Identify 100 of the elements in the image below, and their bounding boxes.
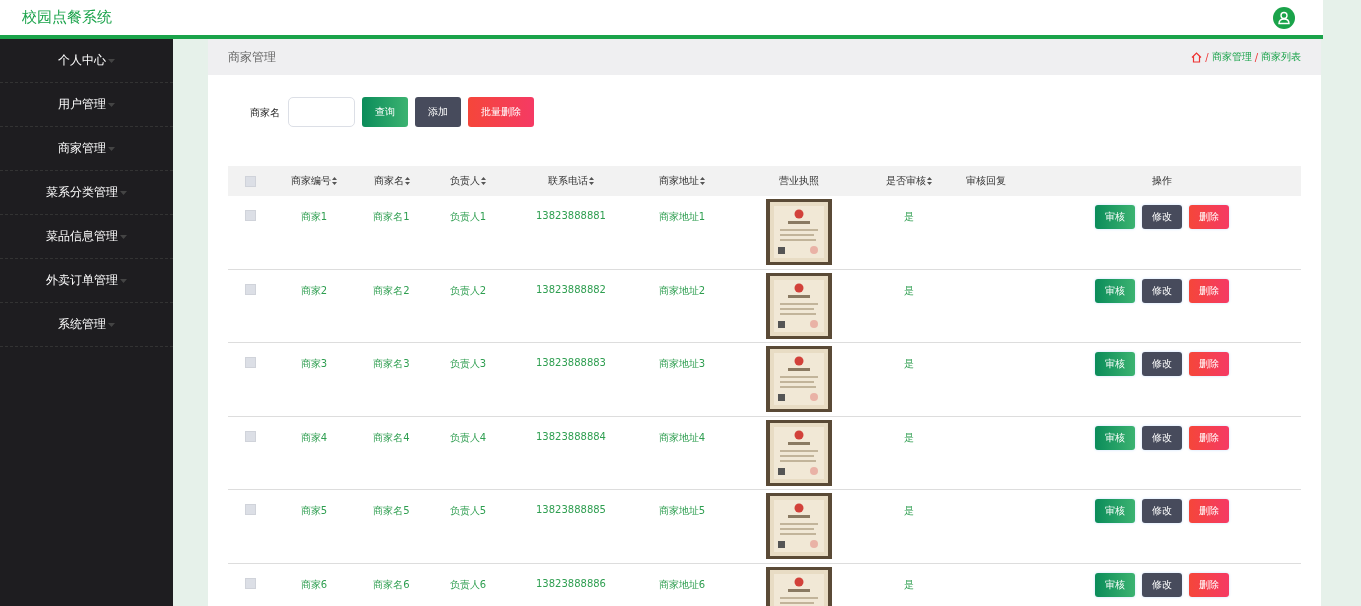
add-button[interactable]: 添加: [415, 97, 461, 127]
app-title: 校园点餐系统: [22, 8, 112, 27]
sort-icon: [332, 177, 337, 185]
home-icon[interactable]: [1191, 51, 1203, 63]
review-button[interactable]: 审核: [1094, 278, 1135, 303]
table-cell: 是: [904, 505, 914, 516]
table-cell: 商家名3: [373, 358, 410, 369]
checkbox[interactable]: [245, 430, 256, 442]
delete-button[interactable]: 删除: [1188, 278, 1229, 303]
table-cell: 商家名6: [373, 578, 410, 590]
column-header: 操作: [1151, 174, 1172, 188]
delete-button[interactable]: 删除: [1188, 425, 1229, 450]
column-header[interactable]: 商家编号: [291, 174, 337, 188]
caret-icon: [108, 322, 115, 327]
edit-button[interactable]: 修改: [1141, 205, 1182, 229]
table-cell: 商家地址3: [658, 358, 706, 369]
caret-icon: [108, 146, 115, 151]
caret-icon: [108, 58, 115, 63]
edit-button[interactable]: 修改: [1141, 499, 1182, 523]
column-header: 审核回复: [966, 174, 1006, 188]
table-cell: 13823888881: [536, 210, 606, 221]
review-button[interactable]: 审核: [1094, 352, 1135, 376]
caret-icon: [120, 190, 127, 195]
table-cell: 是: [904, 211, 914, 222]
sort-icon: [404, 177, 410, 185]
table-cell: 商家3: [300, 358, 328, 369]
delete-button[interactable]: 删除: [1188, 499, 1229, 523]
review-button[interactable]: 审核: [1094, 205, 1135, 229]
edit-button[interactable]: 修改: [1141, 572, 1182, 597]
caret-icon: [120, 278, 127, 283]
sidebar-item[interactable]: 菜品信息管理: [0, 215, 173, 259]
table-cell: 13823888885: [536, 504, 606, 515]
table-cell: 商家1: [300, 211, 328, 222]
table-cell: 是: [904, 578, 914, 590]
table-cell: 负责人4: [449, 431, 487, 443]
checkbox[interactable]: [245, 210, 256, 221]
sidebar-item[interactable]: 个人中心: [0, 39, 173, 83]
sidebar-item[interactable]: 系统管理: [0, 303, 173, 347]
checkbox[interactable]: [245, 504, 256, 515]
table-cell: 商家地址5: [658, 505, 706, 516]
checkbox[interactable]: [245, 175, 256, 187]
search-field[interactable]: [288, 97, 355, 127]
sort-icon: [481, 177, 486, 185]
review-button[interactable]: 审核: [1094, 572, 1135, 597]
table-cell: 13823888884: [536, 430, 606, 442]
table-cell: 13823888882: [536, 283, 606, 295]
page-title: 商家管理: [228, 48, 276, 66]
table-cell: 商家4: [300, 431, 328, 443]
table-cell: 是: [904, 431, 914, 443]
review-button[interactable]: 审核: [1094, 425, 1135, 450]
caret-icon: [108, 102, 115, 107]
table-cell: 商家名5: [373, 505, 410, 516]
delete-button[interactable]: 删除: [1188, 205, 1229, 229]
edit-button[interactable]: 修改: [1141, 425, 1182, 450]
table-cell: 商家2: [300, 284, 328, 296]
delete-button[interactable]: 删除: [1188, 352, 1229, 376]
table-cell: 是: [904, 358, 914, 369]
sidebar-item[interactable]: 用户管理: [0, 83, 173, 127]
table-cell: 是: [904, 284, 914, 296]
caret-icon: [120, 234, 127, 239]
edit-button[interactable]: 修改: [1141, 278, 1182, 303]
breadcrumb-separator: /: [1254, 51, 1258, 63]
sidebar-item[interactable]: 菜系分类管理: [0, 171, 173, 215]
table-cell: 商家6: [300, 578, 328, 590]
breadcrumb-separator: /: [1205, 51, 1209, 63]
user-avatar-icon[interactable]: [1273, 6, 1295, 29]
table-cell: 13823888886: [536, 577, 606, 589]
sort-icon: [700, 177, 705, 185]
table-cell: 13823888883: [536, 357, 606, 368]
table-cell: 负责人1: [449, 211, 487, 222]
checkbox[interactable]: [245, 577, 256, 589]
table-cell: 负责人5: [449, 505, 487, 516]
table-cell: 负责人3: [449, 358, 487, 369]
table-cell: 商家名1: [373, 211, 410, 222]
column-header[interactable]: 是否审核: [886, 174, 932, 188]
sort-icon: [589, 177, 594, 185]
column-header: 营业执照: [779, 174, 819, 188]
edit-button[interactable]: 修改: [1141, 352, 1182, 376]
table-cell: 负责人6: [449, 578, 487, 590]
table-cell: 商家名2: [373, 284, 410, 296]
delete-button[interactable]: 删除: [1188, 572, 1229, 597]
batch-delete-button[interactable]: 批量删除: [468, 97, 534, 127]
table-cell: 商家5: [300, 505, 328, 516]
column-header[interactable]: 联系电话: [548, 174, 594, 188]
table-cell: 商家地址4: [658, 431, 706, 443]
table-cell: 负责人2: [449, 284, 487, 296]
table-cell: 商家地址2: [658, 284, 706, 296]
column-header[interactable]: 商家地址: [659, 174, 705, 188]
checkbox[interactable]: [245, 357, 256, 368]
query-button[interactable]: 查询: [362, 97, 408, 127]
table-cell: 商家地址6: [658, 578, 706, 590]
checkbox[interactable]: [245, 283, 256, 295]
sidebar-item[interactable]: 商家管理: [0, 127, 173, 171]
table-cell: 商家名4: [373, 431, 410, 443]
sidebar-item[interactable]: 外卖订单管理: [0, 259, 173, 303]
review-button[interactable]: 审核: [1094, 499, 1135, 523]
column-header[interactable]: 负责人: [450, 174, 486, 188]
search-label: 商家名: [250, 106, 280, 120]
column-header[interactable]: 商家名: [373, 174, 410, 188]
sort-icon: [927, 177, 932, 185]
